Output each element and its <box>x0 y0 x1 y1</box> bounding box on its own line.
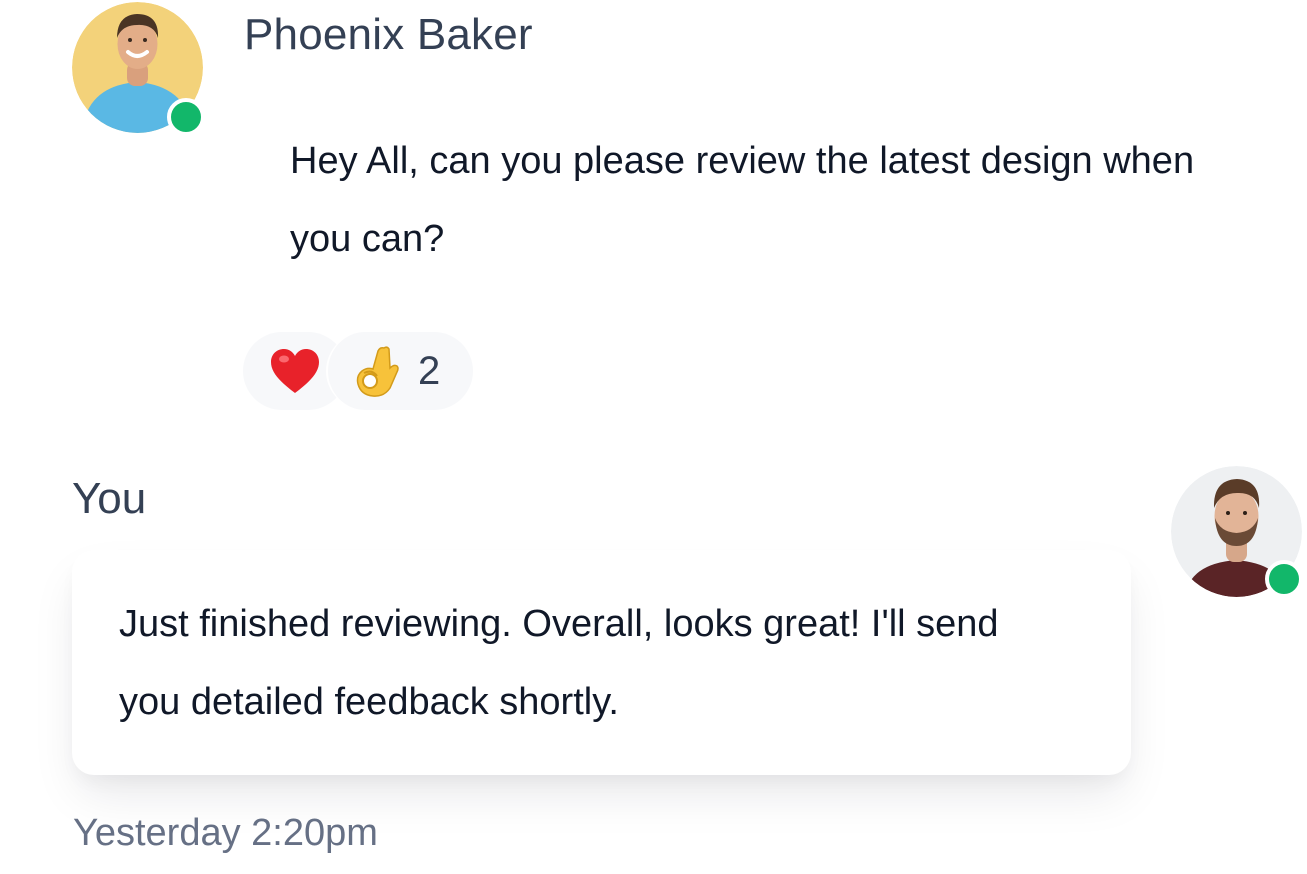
reaction-ok-hand[interactable]: 2 <box>326 332 473 410</box>
heart-icon <box>269 347 321 395</box>
chat-thread: Phoenix Baker Hey All, can you please re… <box>0 0 1307 874</box>
message-timestamp: Yesterday 2:20pm <box>73 812 378 854</box>
sender-name-you: You <box>72 474 147 523</box>
online-status-indicator <box>167 98 205 136</box>
online-status-indicator <box>1265 560 1303 598</box>
outgoing-message-text: Just finished reviewing. Overall, looks … <box>119 603 999 723</box>
outgoing-message-bubble: Just finished reviewing. Overall, looks … <box>72 550 1131 775</box>
ok-hand-icon <box>354 344 400 398</box>
reaction-count: 2 <box>418 348 441 393</box>
avatar-you[interactable] <box>1171 466 1303 598</box>
avatar[interactable] <box>72 2 205 136</box>
incoming-message-text: Hey All, can you please review the lates… <box>290 140 1195 260</box>
sender-name: Phoenix Baker <box>244 10 533 59</box>
